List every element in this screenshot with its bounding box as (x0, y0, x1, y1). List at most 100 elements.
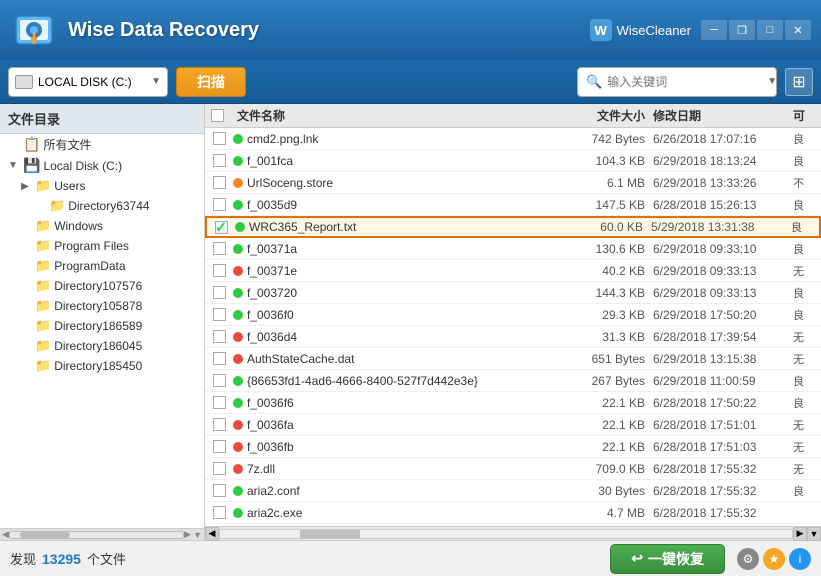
row-checkbox[interactable] (205, 440, 233, 453)
recover-button[interactable]: ↩ 一键恢复 (610, 544, 725, 574)
row-checkbox[interactable] (205, 264, 233, 277)
checkbox[interactable] (213, 506, 226, 519)
table-row[interactable]: aria2.conf 30 Bytes 6/28/2018 17:55:32 良 (205, 480, 821, 502)
scroll-down-btn[interactable]: ▼ (193, 530, 202, 540)
sidebar-content: 📋 所有文件 ▼ 💾 Local Disk (C:) ▶ 📁 Users 📁 D… (0, 134, 204, 528)
checkbox[interactable]: ✓ (215, 221, 228, 234)
scan-button[interactable]: 扫描 (176, 67, 246, 97)
scroll-right-btn[interactable]: ▶ (184, 529, 191, 540)
sidebar-item-all-files[interactable]: 📋 所有文件 (0, 134, 204, 155)
table-row[interactable]: f_003720 144.3 KB 6/29/2018 09:33:13 良 (205, 282, 821, 304)
checkbox[interactable] (213, 264, 226, 277)
table-row[interactable]: f_0036fb 22.1 KB 6/28/2018 17:51:03 无 (205, 436, 821, 458)
sidebar-item-dir185450[interactable]: 📁 Directory185450 (0, 356, 204, 376)
row-checkbox[interactable] (205, 132, 233, 145)
file-name: AuthStateCache.dat (247, 352, 559, 366)
sidebar-item-local-disk[interactable]: ▼ 💾 Local Disk (C:) (0, 155, 204, 176)
expand-icon (6, 138, 20, 152)
checkbox[interactable] (213, 242, 226, 255)
row-checkbox[interactable] (205, 374, 233, 387)
sidebar-item-users[interactable]: ▶ 📁 Users (0, 176, 204, 196)
checkbox[interactable] (213, 132, 226, 145)
quality-dot (233, 420, 243, 430)
view-toggle-button[interactable]: ⊞ (785, 68, 813, 96)
table-row[interactable]: {86653fd1-4ad6-4666-8400-527f7d442e3e} 2… (205, 370, 821, 392)
checkbox[interactable] (213, 418, 226, 431)
restore-button[interactable]: ❐ (729, 20, 755, 40)
checkbox[interactable] (213, 176, 226, 189)
row-checkbox[interactable] (205, 506, 233, 519)
sidebar-item-dir186589[interactable]: 📁 Directory186589 (0, 316, 204, 336)
settings-icon-btn[interactable]: ⚙ (737, 548, 759, 570)
table-row[interactable]: f_0036d4 31.3 KB 6/28/2018 17:39:54 无 (205, 326, 821, 348)
table-row[interactable]: f_00371e 40.2 KB 6/29/2018 09:33:13 无 (205, 260, 821, 282)
sidebar-horizontal-scrollbar[interactable]: ◀ ▶ ▼ (0, 528, 204, 540)
table-row[interactable]: 7z.dll 709.0 KB 6/28/2018 17:55:32 无 (205, 458, 821, 480)
checkbox[interactable] (213, 440, 226, 453)
star-icon-btn[interactable]: ★ (763, 548, 785, 570)
checkbox[interactable] (213, 374, 226, 387)
sidebar-item-dir63744[interactable]: 📁 Directory63744 (0, 196, 204, 216)
row-checkbox[interactable] (205, 352, 233, 365)
table-row[interactable]: f_0036f6 22.1 KB 6/28/2018 17:50:22 良 (205, 392, 821, 414)
expand-icon (18, 299, 32, 313)
row-checkbox[interactable] (205, 176, 233, 189)
header-check[interactable] (205, 109, 233, 122)
info-icon-btn[interactable]: i (789, 548, 811, 570)
sidebar-item-programdata[interactable]: 📁 ProgramData (0, 256, 204, 276)
checkbox[interactable] (213, 396, 226, 409)
table-row[interactable]: f_0036fa 22.1 KB 6/28/2018 17:51:01 无 (205, 414, 821, 436)
sidebar-item-dir186045[interactable]: 📁 Directory186045 (0, 336, 204, 356)
row-checkbox[interactable] (205, 462, 233, 475)
checkbox[interactable] (213, 352, 226, 365)
checkbox[interactable] (213, 198, 226, 211)
checkbox[interactable] (213, 484, 226, 497)
row-checkbox[interactable] (205, 396, 233, 409)
scroll-thumb[interactable] (300, 530, 360, 538)
search-box[interactable]: 🔍 ▼ (577, 67, 777, 97)
scroll-thumb[interactable] (20, 532, 70, 538)
table-row[interactable]: ✓ WRC365_Report.txt 60.0 KB 5/29/2018 13… (205, 216, 821, 238)
expand-icon (18, 359, 32, 373)
row-checkbox[interactable] (205, 154, 233, 167)
table-row[interactable]: f_0035d9 147.5 KB 6/28/2018 15:26:13 良 (205, 194, 821, 216)
sidebar-item-dir105878[interactable]: 📁 Directory105878 (0, 296, 204, 316)
row-checkbox[interactable] (205, 330, 233, 343)
row-checkbox[interactable] (205, 308, 233, 321)
search-input[interactable] (607, 75, 762, 89)
row-checkbox[interactable] (205, 484, 233, 497)
checkbox[interactable] (213, 308, 226, 321)
table-row[interactable]: AuthStateCache.dat 651 Bytes 6/29/2018 1… (205, 348, 821, 370)
scroll-left-button[interactable]: ◀ (205, 527, 219, 541)
row-checkbox[interactable] (205, 418, 233, 431)
row-checkbox[interactable] (205, 286, 233, 299)
file-size: 22.1 KB (563, 418, 653, 432)
table-row[interactable]: f_0036f0 29.3 KB 6/29/2018 17:50:20 良 (205, 304, 821, 326)
table-row[interactable]: UrlSoceng.store 6.1 MB 6/29/2018 13:33:2… (205, 172, 821, 194)
row-checkbox[interactable] (205, 242, 233, 255)
scroll-right-button[interactable]: ▶ (793, 527, 807, 541)
row-checkbox[interactable] (205, 198, 233, 211)
maximize-button[interactable]: □ (757, 20, 783, 40)
file-list-scrollbar[interactable]: ◀ ▶ ▼ (205, 526, 821, 540)
checkbox[interactable] (213, 286, 226, 299)
disk-selector[interactable]: LOCAL DISK (C:) ▼ (8, 67, 168, 97)
table-row[interactable]: cmd2.png.lnk 742 Bytes 6/26/2018 17:07:1… (205, 128, 821, 150)
table-row[interactable]: f_00371a 130.6 KB 6/29/2018 09:33:10 良 (205, 238, 821, 260)
table-row[interactable]: aria2c.exe 4.7 MB 6/28/2018 17:55:32 (205, 502, 821, 524)
checkbox[interactable] (213, 154, 226, 167)
sidebar-item-windows[interactable]: 📁 Windows (0, 216, 204, 236)
file-quality: 无 (793, 263, 821, 279)
sidebar-item-program-files[interactable]: 📁 Program Files (0, 236, 204, 256)
table-row[interactable]: f_001fca 104.3 KB 6/29/2018 18:13:24 良 (205, 150, 821, 172)
minimize-button[interactable]: ─ (701, 20, 727, 40)
row-checkbox[interactable]: ✓ (207, 221, 235, 234)
scroll-down-button[interactable]: ▼ (807, 527, 821, 541)
select-all-checkbox[interactable] (211, 109, 224, 122)
checkbox[interactable] (213, 462, 226, 475)
scroll-left-btn[interactable]: ◀ (2, 529, 9, 540)
file-size: 40.2 KB (563, 264, 653, 278)
sidebar-item-dir107576[interactable]: 📁 Directory107576 (0, 276, 204, 296)
checkbox[interactable] (213, 330, 226, 343)
close-button[interactable]: ✕ (785, 20, 811, 40)
